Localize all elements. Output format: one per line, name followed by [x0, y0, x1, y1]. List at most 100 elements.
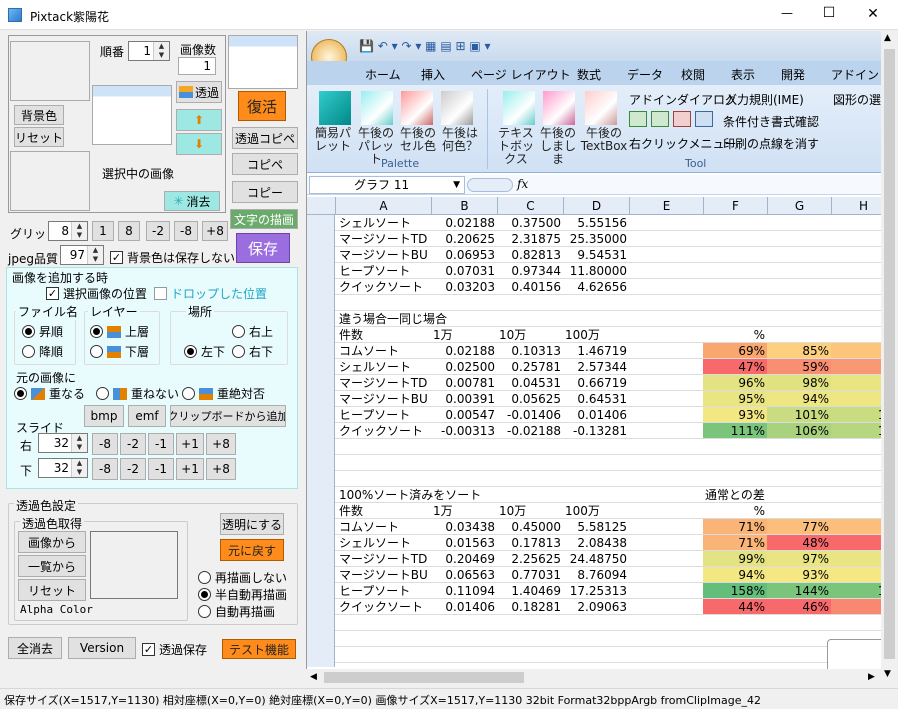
slide-right-stepper[interactable]: 32 ▲ ▼ [38, 433, 88, 453]
top-right-radio[interactable]: 右上 [232, 323, 273, 340]
layer-up-button[interactable]: ⬆ [176, 109, 222, 131]
auto-redraw-radio[interactable]: 自動再描画 [198, 603, 275, 620]
bg-nosave-checkbox[interactable]: ✓ 背景色は保存しない [110, 249, 235, 266]
make-transparent-button[interactable]: 透明にする [220, 513, 284, 535]
cell-h[interactable]: 8 [831, 343, 881, 359]
cell-b[interactable]: 0.20625 [431, 231, 495, 247]
cell-g[interactable]: 46% [767, 599, 829, 615]
image-canvas[interactable]: 💾 ↶ ▾ ↷ ▾ ▦ ▤ ⊞ ▣ ▾ ホーム 挿入 ページ レイアウト 数式 … [306, 31, 881, 683]
cell-c[interactable]: 10万 [499, 327, 563, 343]
cell-c[interactable]: 0.17813 [497, 535, 561, 551]
revert-button[interactable]: 元に戻す [220, 539, 284, 561]
cell-c[interactable]: 0.37500 [497, 215, 561, 231]
cell-c[interactable]: 0.45000 [497, 519, 561, 535]
cell-d[interactable]: 17.25313 [563, 583, 627, 599]
cell-h[interactable]: 14 [831, 583, 881, 599]
tab-formulas[interactable]: 数式 [577, 66, 601, 83]
version-button[interactable]: Version [68, 637, 136, 659]
col-H[interactable]: H [831, 197, 881, 215]
col-G[interactable]: G [767, 197, 831, 215]
scroll-up-icon[interactable]: ▲ [884, 33, 891, 43]
cell-b[interactable]: 0.06563 [431, 567, 495, 583]
cell-a[interactable]: クイックソート [339, 279, 433, 295]
cell-a[interactable]: 件数 [339, 327, 433, 343]
right-minus1-button[interactable]: -1 [148, 433, 174, 455]
cell-b[interactable]: 0.00781 [431, 375, 495, 391]
cell-f[interactable]: 69% [703, 343, 765, 359]
cell-d[interactable]: 2.08438 [563, 535, 627, 551]
print-dots-button[interactable]: 印刷の点線を消す [723, 135, 819, 152]
bottom-left-radio[interactable]: 左下 [184, 343, 225, 360]
order-stepper[interactable]: 1 ▲ ▼ [128, 41, 170, 61]
from-image-button[interactable]: 画像から [18, 531, 86, 553]
tab-addins[interactable]: アドイン [831, 66, 879, 83]
down-minus2-button[interactable]: -2 [120, 458, 146, 480]
horizontal-scrollbar[interactable]: ◀ ▶ [306, 669, 881, 686]
grid-button-plus8[interactable]: +8 [202, 221, 228, 241]
cell-c[interactable]: 0.18281 [497, 599, 561, 615]
cell-c[interactable]: 2.25625 [497, 551, 561, 567]
cell-h[interactable]: 7 [831, 519, 881, 535]
name-box[interactable]: グラフ 11 ▼ [309, 176, 465, 194]
cell-h[interactable]: 9 [831, 391, 881, 407]
afternoon-textbox-button[interactable]: 午後のTextBox [579, 127, 629, 153]
tab-view[interactable]: 表示 [731, 66, 755, 83]
cell-f[interactable]: 99% [703, 551, 765, 567]
cell-g[interactable]: 101% [767, 407, 829, 423]
scroll-left-icon[interactable]: ◀ [310, 672, 317, 682]
cell-b[interactable]: -0.00313 [431, 423, 495, 439]
close-button[interactable]: ✕ [858, 6, 888, 22]
cell-b[interactable]: 0.01563 [431, 535, 495, 551]
cell-d[interactable]: 0.01406 [563, 407, 627, 423]
cell-f[interactable]: 71% [703, 535, 765, 551]
scroll-down-icon[interactable]: ▼ [884, 669, 891, 679]
reset-button[interactable]: リセット [14, 127, 64, 147]
cell-c[interactable]: 0.82813 [497, 247, 561, 263]
cell-h[interactable]: 9 [831, 551, 881, 567]
cell-a[interactable]: マージソートTD [339, 231, 433, 247]
right-minus8-button[interactable]: -8 [92, 433, 118, 455]
right-plus8-button[interactable]: +8 [206, 433, 236, 455]
no-overlap-radio[interactable]: 重ねない [96, 385, 179, 402]
horizontal-scroll-thumb[interactable] [324, 672, 524, 683]
grid-button-minus2[interactable]: -2 [146, 221, 170, 241]
cell-a[interactable]: 違う場合一同じ場合 [339, 311, 639, 327]
cell-d[interactable]: 2.09063 [563, 599, 627, 615]
absolute-radio[interactable]: 重絶対否 [182, 385, 265, 402]
delete-button[interactable]: ✳ 消去 [164, 191, 220, 211]
cell-g[interactable]: 48% [767, 535, 829, 551]
tab-insert[interactable]: 挿入 [421, 66, 445, 83]
cell-d[interactable]: 4.62656 [563, 279, 627, 295]
cell-c[interactable]: 0.04531 [497, 375, 561, 391]
cell-g[interactable]: 98% [767, 375, 829, 391]
cell-c[interactable]: -0.02188 [497, 423, 561, 439]
col-F[interactable]: F [703, 197, 767, 215]
cell-d[interactable]: 1.46719 [563, 343, 627, 359]
cell-d[interactable]: 0.64531 [563, 391, 627, 407]
cell-a[interactable]: クイックソート [339, 423, 433, 439]
emf-button[interactable]: emf [128, 405, 166, 427]
cell-a[interactable]: ヒープソート [339, 263, 433, 279]
col-B[interactable]: B [431, 197, 497, 215]
cell-c[interactable]: 0.10313 [497, 343, 561, 359]
cell-f[interactable]: 158% [703, 583, 765, 599]
cell-a[interactable]: クイックソート [339, 599, 433, 615]
cell-d[interactable]: 25.35000 [563, 231, 627, 247]
col-C[interactable]: C [497, 197, 563, 215]
cell-b[interactable]: 0.03203 [431, 279, 495, 295]
trans-save-checkbox[interactable]: ✓ 透過保存 [142, 641, 207, 658]
tab-data[interactable]: データ [627, 66, 663, 83]
textbox-button[interactable]: テキストボックス [495, 127, 537, 166]
down-minus8-button[interactable]: -8 [92, 458, 118, 480]
cell-b[interactable]: 0.02188 [431, 215, 495, 231]
cell-h[interactable]: 3 [831, 535, 881, 551]
grid-button-1[interactable]: 1 [92, 221, 114, 241]
cell-b[interactable]: 0.03438 [431, 519, 495, 535]
slide-down-stepper[interactable]: 32 ▲ ▼ [38, 458, 88, 478]
cell-c[interactable]: 0.05625 [497, 391, 561, 407]
down-plus8-button[interactable]: +8 [206, 458, 236, 480]
cell-f[interactable]: 95% [703, 391, 765, 407]
bmp-button[interactable]: bmp [84, 405, 124, 427]
addin-dialog-button[interactable]: アドインダイアログ [629, 91, 737, 108]
cell-h[interactable]: 10 [831, 423, 881, 439]
